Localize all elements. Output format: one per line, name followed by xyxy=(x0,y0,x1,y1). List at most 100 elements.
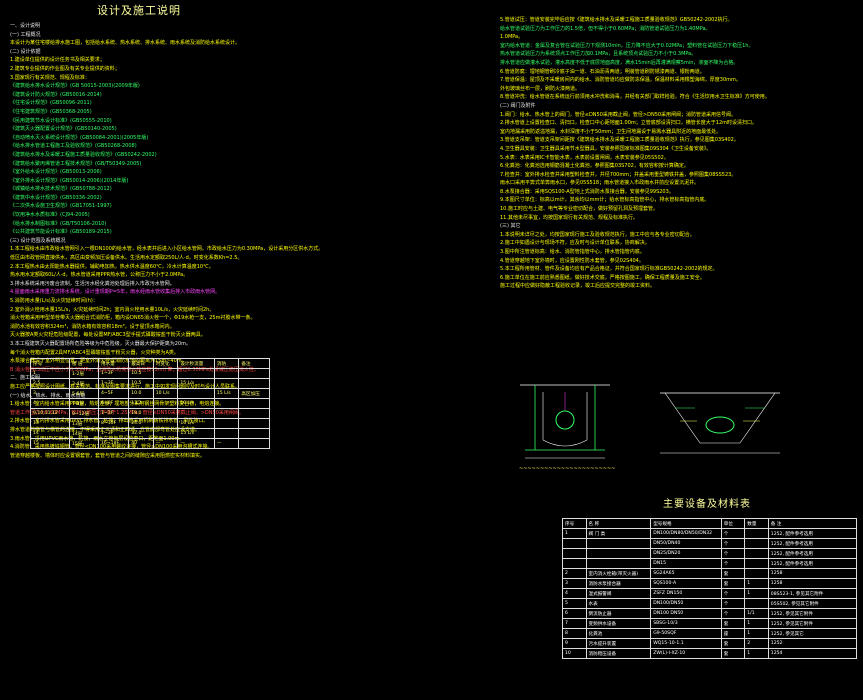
table-cell: 6~8F xyxy=(97,398,130,409)
table-cell: 化粪池 xyxy=(585,628,652,639)
note-line: 施工过程中应做好隐蔽工程验收记录，竣工后应提交完整的竣工资料。 xyxy=(500,283,656,290)
table-row: 9,10,11,12 9~12层 1~3F 18.0 xyxy=(30,408,270,419)
table-cell xyxy=(152,378,179,389)
table-cell: 4~5F xyxy=(97,388,130,399)
table-cell: 1252, 参见其它 xyxy=(767,628,858,639)
table-cell: 10 L/s xyxy=(152,388,179,399)
table-cell: DN100/DN50 xyxy=(650,598,722,609)
note-line: 《建筑灭火器配置设计规范》(GB50140-2005) xyxy=(10,126,117,133)
table-cell: 套 xyxy=(720,618,746,629)
table-cell: 个 xyxy=(720,548,746,559)
table-cell: 套 xyxy=(720,568,746,579)
table-cell: 13 xyxy=(30,418,70,429)
table-cell: 变频供水设备 xyxy=(585,618,652,629)
note-line: 《饮用净水水质标准》(CJ94-2005) xyxy=(10,212,90,219)
note-line: 4.屋面雨水采用重力流排水系统，设计重现期P=5年，雨水经雨水管收集后排入市政雨… xyxy=(10,289,221,296)
equip-title: 主要设备及材料表 xyxy=(663,499,751,510)
table-cell: 9,10,11,12 xyxy=(30,408,70,419)
note-line: 11.其他未尽事宜，均按国家现行有关规范、规程及标准执行。 xyxy=(500,214,638,221)
table-cell: 10.0 xyxy=(128,388,154,399)
note-line: 2.排水管道上设置检查口、清扫口，检查口中心距地面1.00m；立管底部设清扫口，… xyxy=(500,120,758,127)
note-line: 2.本工程热水由太阳能热水器提供，辅助电加热，热水供水温度60℃，冷水计算温度1… xyxy=(10,263,214,270)
table-cell: 1~3F xyxy=(97,408,130,419)
table-cell: ZSFZ DN150 xyxy=(650,588,722,599)
table-cell: 1252, 参见其它附件 xyxy=(767,618,858,629)
table-cell: 15层 xyxy=(68,438,99,449)
table-cell: 18.0 xyxy=(128,408,154,419)
table-row: 3 消防水泵接合器 SQS100-A 套 1 1258 xyxy=(562,578,858,589)
table-cell: 套 xyxy=(720,578,746,589)
table-row: 3 5-6层 4~5F 10.0 10 L/s 15 L/s 高区加压 xyxy=(30,388,270,399)
table-cell: 个 xyxy=(720,558,746,569)
header-cell: 序号 xyxy=(30,358,70,369)
note-line: 一、设计说明 xyxy=(10,23,41,29)
table-cell: 1252, 配件参考选用 xyxy=(767,538,858,549)
note-line: 室内地漏采用防返溢地漏，水封深度不小于50mm；卫生间地漏设于易溅水器具附近的地… xyxy=(500,128,722,135)
note-line: 7.管道保温：屋顶及不采暖房间内的给水、消防管道均应做防冻保温，保温材料采用橡塑… xyxy=(500,77,741,84)
table-cell: 1-2层 xyxy=(68,368,99,379)
table-cell: 个 xyxy=(720,598,746,609)
table-cell: 05S502, 参见其它附件 xyxy=(767,598,858,609)
note-line: 《室外排水设计规范》(GB50014-2006)(2014年版) xyxy=(10,177,129,184)
table-row: 14 14层 1~3F 32.0 15 L/s xyxy=(30,428,270,439)
table-cell: 15 xyxy=(30,438,70,449)
table-cell: 污水提升装置 xyxy=(585,638,652,649)
note-line: 10.施工时应与土建、电气等专业密切配合，做好预留孔洞及预埋套管。 xyxy=(500,206,658,213)
table-cell xyxy=(213,418,240,429)
table-cell: 套 xyxy=(720,648,746,659)
note-line: 5.消防用水量(L/s)及火灾延续时间(h)： xyxy=(10,298,98,304)
table-cell: 10 L/s xyxy=(177,398,215,409)
table-cell: SQS100-A xyxy=(650,578,722,589)
table-cell xyxy=(238,428,270,439)
table-cell: 10.5 xyxy=(128,368,154,379)
table-cell xyxy=(152,368,179,379)
table-cell: 5 xyxy=(562,598,587,609)
note-line: 3.国家现行有关规范、规程及标准： xyxy=(10,74,90,81)
note-line: 《自动喷水灭火系统设计规范》(GB50084-2001)(2005年版) xyxy=(10,134,149,141)
note-line: 3.图中所注管道标高：给水、消防管指管中心，排水管指管内底。 xyxy=(500,249,645,256)
header-cell: 序号 xyxy=(562,518,587,529)
table-row: 2,5 3-4层 1~3F 10.5 15 L/s xyxy=(30,378,270,389)
table-row: 15 15层 16~18F 40— — — xyxy=(30,438,270,449)
table-cell xyxy=(238,438,270,449)
table-cell xyxy=(238,378,270,389)
note-line: 《给水排水管道工程施工及验收规范》(GB50268-2008) xyxy=(10,143,137,150)
table-cell: 1258 xyxy=(767,578,858,589)
note-line: 《给水排水制图标准》(GB/T50106-2010) xyxy=(10,220,107,227)
header-cell: 楼 层 xyxy=(68,358,99,369)
note-line: 1.建设单位提供的设计任务书及相关要求； xyxy=(10,57,105,64)
table-cell: 1258 xyxy=(767,568,858,579)
table-cell xyxy=(177,388,215,399)
table-cell: 7-8层 xyxy=(68,398,99,409)
table-cell: — xyxy=(152,438,179,449)
header-cell: 备 注 xyxy=(767,518,858,529)
table-cell: 1 xyxy=(30,368,70,379)
table-header-row: 序号名 称型号规格 单位 数量备 注 xyxy=(562,518,858,529)
table-cell xyxy=(213,368,240,379)
note-line: 室内给水管道：金属及复合管在试验压力下观测10min，压力降不应大于0.02MP… xyxy=(500,42,754,49)
table-cell: 15 L/s xyxy=(213,388,240,399)
note-line: 2.室外消火栓用水量15L/s，火灾延续时间2h；室内消火栓用水量10L/s，火… xyxy=(10,306,215,313)
table-row: 8 化粪池 G9-50SQF 座 1 1252, 参见其它 xyxy=(562,628,858,639)
header-cell: 备注 xyxy=(238,358,270,369)
note-line: 管道穿越楼板、墙体时应设置钢套管，套管与管道之间的缝隙应采用阻燃密实材料填实。 xyxy=(10,452,206,459)
table-cell: 水表 xyxy=(585,598,652,609)
note-line: 9.本图尺寸单位：标高以m计，其余均以mm计；给水管标高指管中心，排水管标高指管… xyxy=(500,197,710,204)
note-line: 6.施工单位在施工前应熟悉图纸，做好技术交底，严格按图施工，确保工程质量及施工安… xyxy=(500,274,705,281)
table-cell: 个 xyxy=(720,588,746,599)
table-cell: DN50/DN40 xyxy=(650,538,722,549)
note-line: 《建筑给水排水及采暖工程施工质量验收规范》(GB50242-2002) xyxy=(10,151,157,158)
table-cell: 40 xyxy=(128,438,154,449)
table-cell xyxy=(152,398,179,409)
note-line: 3.本工程建筑灭火器配置场所危险等级为中危险级，灭火器最大保护距离为20m。 xyxy=(10,340,192,347)
table-cell: DN15 xyxy=(650,558,722,569)
table-cell: 2 xyxy=(744,638,769,649)
note-line: 《建筑给水排水设计规范》(GB 50015-2003)(2009年版) xyxy=(10,83,140,90)
table-cell xyxy=(238,398,270,409)
table-cell: 14层 xyxy=(68,428,99,439)
table-cell: ZW(L)-I-XZ-10 xyxy=(650,648,722,659)
note-line: 低区由市政管网直接供水，高区由变频加压设备供水。生活用水定额取250L/人·d，… xyxy=(10,255,243,262)
table-cell: 10 L/s xyxy=(177,418,215,429)
right-notes: 5.管道试压：管道安装完毕后应按《建筑给水排水及采暖工程施工质量验收规范》GB5… xyxy=(500,16,858,291)
table-cell: SG24A65 xyxy=(650,568,722,579)
